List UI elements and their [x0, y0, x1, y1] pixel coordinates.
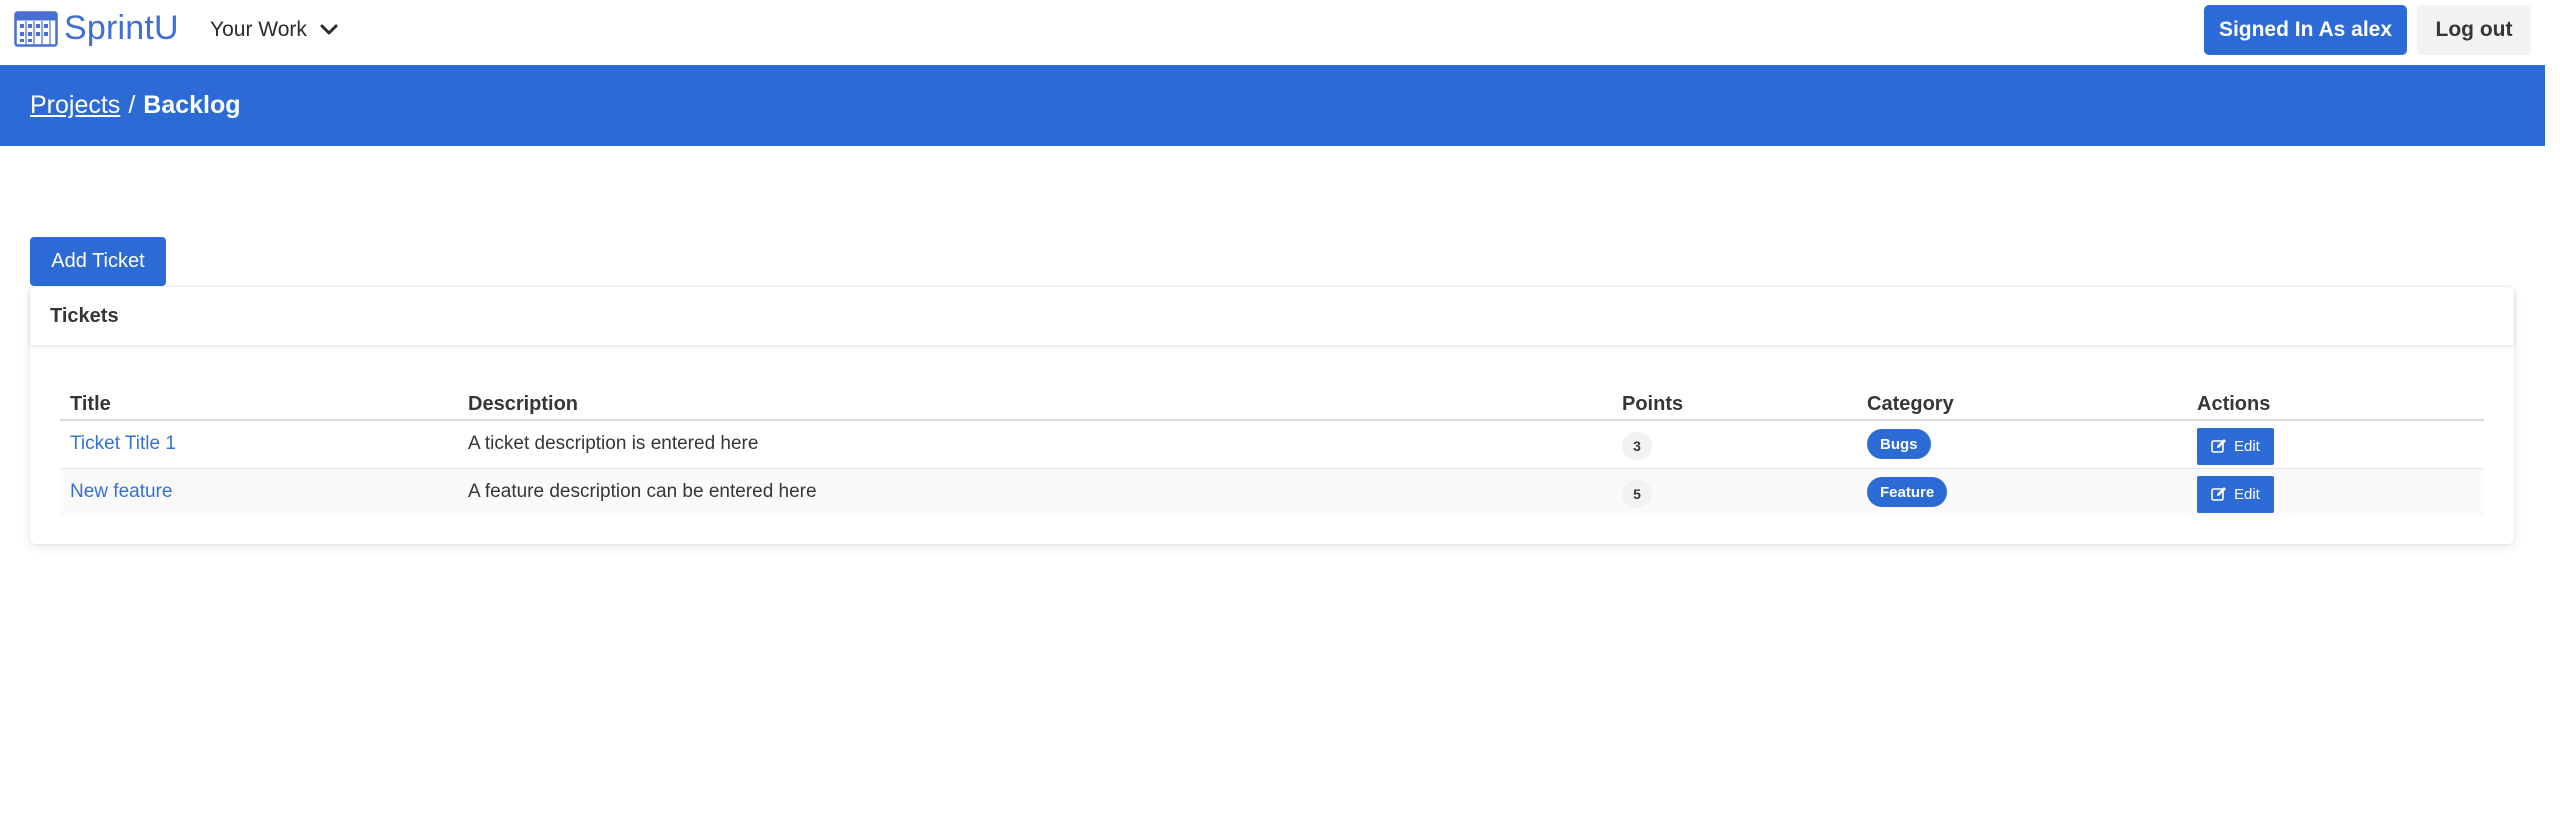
breadcrumb-projects-link[interactable]: Projects: [30, 91, 120, 120]
breadcrumb-separator: /: [128, 91, 136, 119]
column-header-title: Title: [60, 383, 458, 421]
edit-label: Edit: [2234, 437, 2260, 455]
category-badge: Feature: [1867, 477, 1948, 508]
ticket-points-cell: 3: [1612, 420, 1857, 469]
chevron-down-icon: [320, 24, 338, 35]
ticket-category-cell: Bugs: [1857, 420, 2187, 469]
top-navbar: SprintU Your Work Signed In As alex Log …: [0, 0, 2560, 60]
signed-in-button[interactable]: Signed In As alex: [2204, 5, 2407, 55]
ticket-description-cell: A feature description can be entered her…: [458, 468, 1612, 516]
ticket-title-cell: New feature: [60, 468, 458, 516]
ticket-title-link[interactable]: New feature: [70, 481, 172, 502]
table-header-row: Title Description Points Category Action…: [60, 383, 2484, 421]
brand-name: SprintU: [64, 9, 179, 47]
ticket-points-cell: 5: [1612, 468, 1857, 516]
column-header-category: Category: [1857, 383, 2187, 421]
category-badge: Bugs: [1867, 429, 1931, 460]
edit-icon: [2211, 439, 2226, 454]
calendar-grid-icon: [14, 10, 58, 47]
ticket-actions-cell: Edit: [2187, 420, 2484, 469]
tickets-table: Title Description Points Category Action…: [60, 383, 2484, 516]
table-row: New feature A feature description can be…: [60, 468, 2484, 516]
edit-label: Edit: [2234, 485, 2260, 503]
ticket-category-cell: Feature: [1857, 468, 2187, 516]
column-header-points: Points: [1612, 383, 1857, 421]
points-badge: 5: [1622, 479, 1652, 508]
ticket-title-cell: Ticket Title 1: [60, 420, 458, 469]
your-work-dropdown[interactable]: Your Work: [210, 14, 339, 46]
add-ticket-button[interactable]: Add Ticket: [30, 237, 166, 286]
ticket-description-cell: A ticket description is entered here: [458, 420, 1612, 469]
logout-button[interactable]: Log out: [2417, 5, 2531, 55]
ticket-actions-cell: Edit: [2187, 468, 2484, 516]
ticket-title-link[interactable]: Ticket Title 1: [70, 433, 176, 454]
table-row: Ticket Title 1 A ticket description is e…: [60, 420, 2484, 469]
tickets-card-title: Tickets: [30, 287, 2514, 345]
breadcrumb-banner: Projects / Backlog: [0, 65, 2545, 146]
tickets-card: Tickets Title Description Points Categor…: [30, 287, 2514, 544]
column-header-description: Description: [458, 383, 1612, 421]
brand-logo[interactable]: SprintU: [14, 9, 179, 48]
your-work-label: Your Work: [210, 18, 307, 41]
edit-icon: [2211, 487, 2226, 502]
edit-ticket-button[interactable]: Edit: [2197, 427, 2274, 465]
points-badge: 3: [1622, 431, 1652, 460]
column-header-actions: Actions: [2187, 383, 2484, 421]
edit-ticket-button[interactable]: Edit: [2197, 475, 2274, 513]
breadcrumb-current: Backlog: [143, 91, 241, 119]
